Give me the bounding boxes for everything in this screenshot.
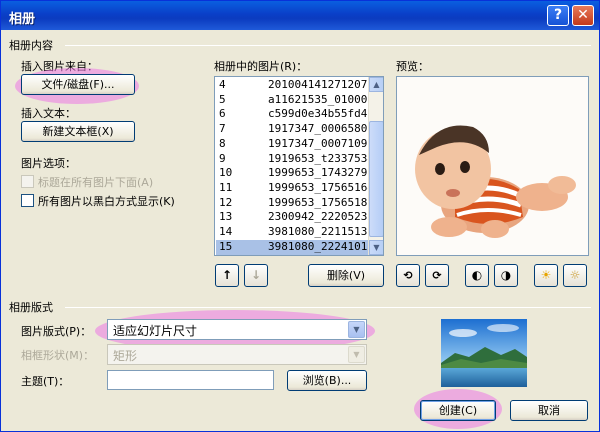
list-item-number: 7 [219,122,226,136]
rotate-right-icon: ⟳ [432,269,442,282]
list-item-filename: 1999653_17432799 [268,166,374,180]
pictures-list-label: 相册中的图片(R)： [214,60,308,73]
list-item[interactable]: 9 1919653_t2337534 [216,151,374,167]
theme-input[interactable] [107,370,274,390]
album-layout-group-label: 相册版式 [9,301,53,314]
contrast-up-icon: ◐ [471,268,483,282]
contrast-down-button[interactable]: ◑ [494,264,518,287]
list-item-number: 9 [219,151,226,165]
list-item[interactable]: 8 1917347_00071095 [216,136,374,152]
theme-label: 主题(T)： [21,375,70,388]
list-item-number: 14 [219,225,233,238]
scroll-down-arrow-icon[interactable]: ▼ [369,240,383,255]
brightness-down-button[interactable]: ☼ [563,264,587,287]
file-disk-button[interactable]: 文件/磁盘(F)... [21,74,135,95]
list-item-number: 11 [219,180,233,194]
list-item-number: 13 [219,210,233,224]
picture-options-label: 图片选项： [21,157,76,170]
list-item[interactable]: 15 3981080_22241017 [216,239,374,255]
list-item[interactable]: 14 3981080_22115136 [216,225,374,240]
frame-shape-value: 矩形 [113,349,138,363]
list-item[interactable]: 7 1917347_00065805 [216,122,374,137]
close-button[interactable]: ✕ [572,5,594,26]
picture-layout-select[interactable]: 适应幻灯片尺寸 ▼ [107,319,367,340]
list-item-filename: c599d0e34b55fd4 [268,107,368,121]
list-item-filename: 3981080_22241017 [268,239,374,253]
help-button[interactable]: ? [547,5,569,26]
list-item-number: 5 [219,92,226,106]
preview-label: 预览： [396,60,429,73]
list-item-filename: a11621535_01000 [268,92,368,106]
scroll-up-arrow-icon[interactable]: ▲ [369,77,383,92]
list-item-filename: 1917347_00071095 [268,136,374,150]
rotate-left-button[interactable]: ⟲ [396,264,420,287]
list-item[interactable]: 12 1999653_17565180 [216,195,374,211]
create-button[interactable]: 创建(C) [420,400,496,421]
list-item-filename: 201004141271207 [268,78,368,91]
contrast-down-icon: ◑ [500,268,512,282]
caption-below-checkbox[interactable] [21,175,34,188]
rotate-left-icon: ⟲ [403,269,413,282]
rotate-right-button[interactable]: ⟳ [425,264,449,287]
list-item[interactable]: 11 1999653_17565164 [216,180,374,196]
list-item[interactable]: 4 201004141271207 [216,78,369,93]
move-up-button[interactable]: ↑ [215,264,239,287]
frame-shape-label: 相框形状(M)： [21,349,95,362]
list-item-number: 8 [219,136,226,150]
photo-album-dialog: 相册 ? ✕ 相册内容 插入图片来自： 文件/磁盘(F)... 插入文本： 新建… [0,0,600,432]
chevron-down-icon[interactable]: ▼ [348,321,365,338]
move-down-button[interactable]: ↓ [244,264,268,287]
list-item[interactable]: 13 2300942_22205232 [216,210,374,225]
group-divider [65,45,591,46]
list-item-filename: 1999653_17565164 [268,180,374,194]
list-item-filename: 1919653_t2337534 [268,151,374,165]
brightness-down-icon: ☼ [569,268,581,282]
list-item[interactable]: 6 c599d0e34b55fd4 [216,107,369,122]
caption-below-label: 标题在所有图片下面(A) [38,176,154,189]
list-item-number: 4 [219,78,226,91]
brightness-up-button[interactable]: ☀ [534,264,558,287]
new-textbox-button[interactable]: 新建文本框(X) [21,121,135,142]
black-white-label: 所有图片以黑白方式显示(K) [38,195,175,208]
list-item-number: 6 [219,107,226,121]
list-item-number: 12 [219,195,233,209]
cancel-button[interactable]: 取消 [510,400,588,421]
brightness-up-icon: ☀ [540,268,552,282]
baby-photo [397,77,588,255]
frame-shape-select[interactable]: 矩形 ▼ [107,344,367,365]
chevron-down-icon[interactable]: ▼ [348,346,365,363]
delete-button[interactable]: 删除(V) [308,264,384,287]
browse-button[interactable]: 浏览(B)... [287,370,367,391]
contrast-up-button[interactable]: ◐ [465,264,489,287]
list-item-filename: 2300942_22205232 [268,210,374,224]
list-item-filename: 1999653_17565180 [268,195,374,209]
black-white-checkbox[interactable] [21,194,34,207]
list-item-filename: 1917347_00065805 [268,122,374,136]
list-item-number: 15 [219,239,233,253]
list-scrollbar[interactable]: ▲ ▼ [368,77,383,255]
list-item-filename: 3981080_22115136 [268,225,374,238]
list-item[interactable]: 5 a11621535_01000 [216,93,369,108]
album-content-group-label: 相册内容 [9,39,53,52]
insert-text-label: 插入文本： [21,107,76,120]
picture-layout-value: 适应幻灯片尺寸 [113,324,198,338]
picture-layout-label: 图片版式(P)： [21,325,92,338]
theme-thumbnail [441,319,527,387]
group-divider [65,307,591,308]
pictures-listbox[interactable]: 4 201004141271207 5 a11621535_01000 6 c599d0e… [214,76,384,256]
scroll-thumb[interactable] [369,121,383,237]
window-title: 相册 [9,12,36,27]
landscape-image [441,319,527,387]
title-bar: 相册 ? ✕ [1,1,599,30]
list-item[interactable]: 10 1999653_17432799 [216,166,374,181]
picture-preview [396,76,589,256]
list-item-number: 10 [219,166,233,180]
